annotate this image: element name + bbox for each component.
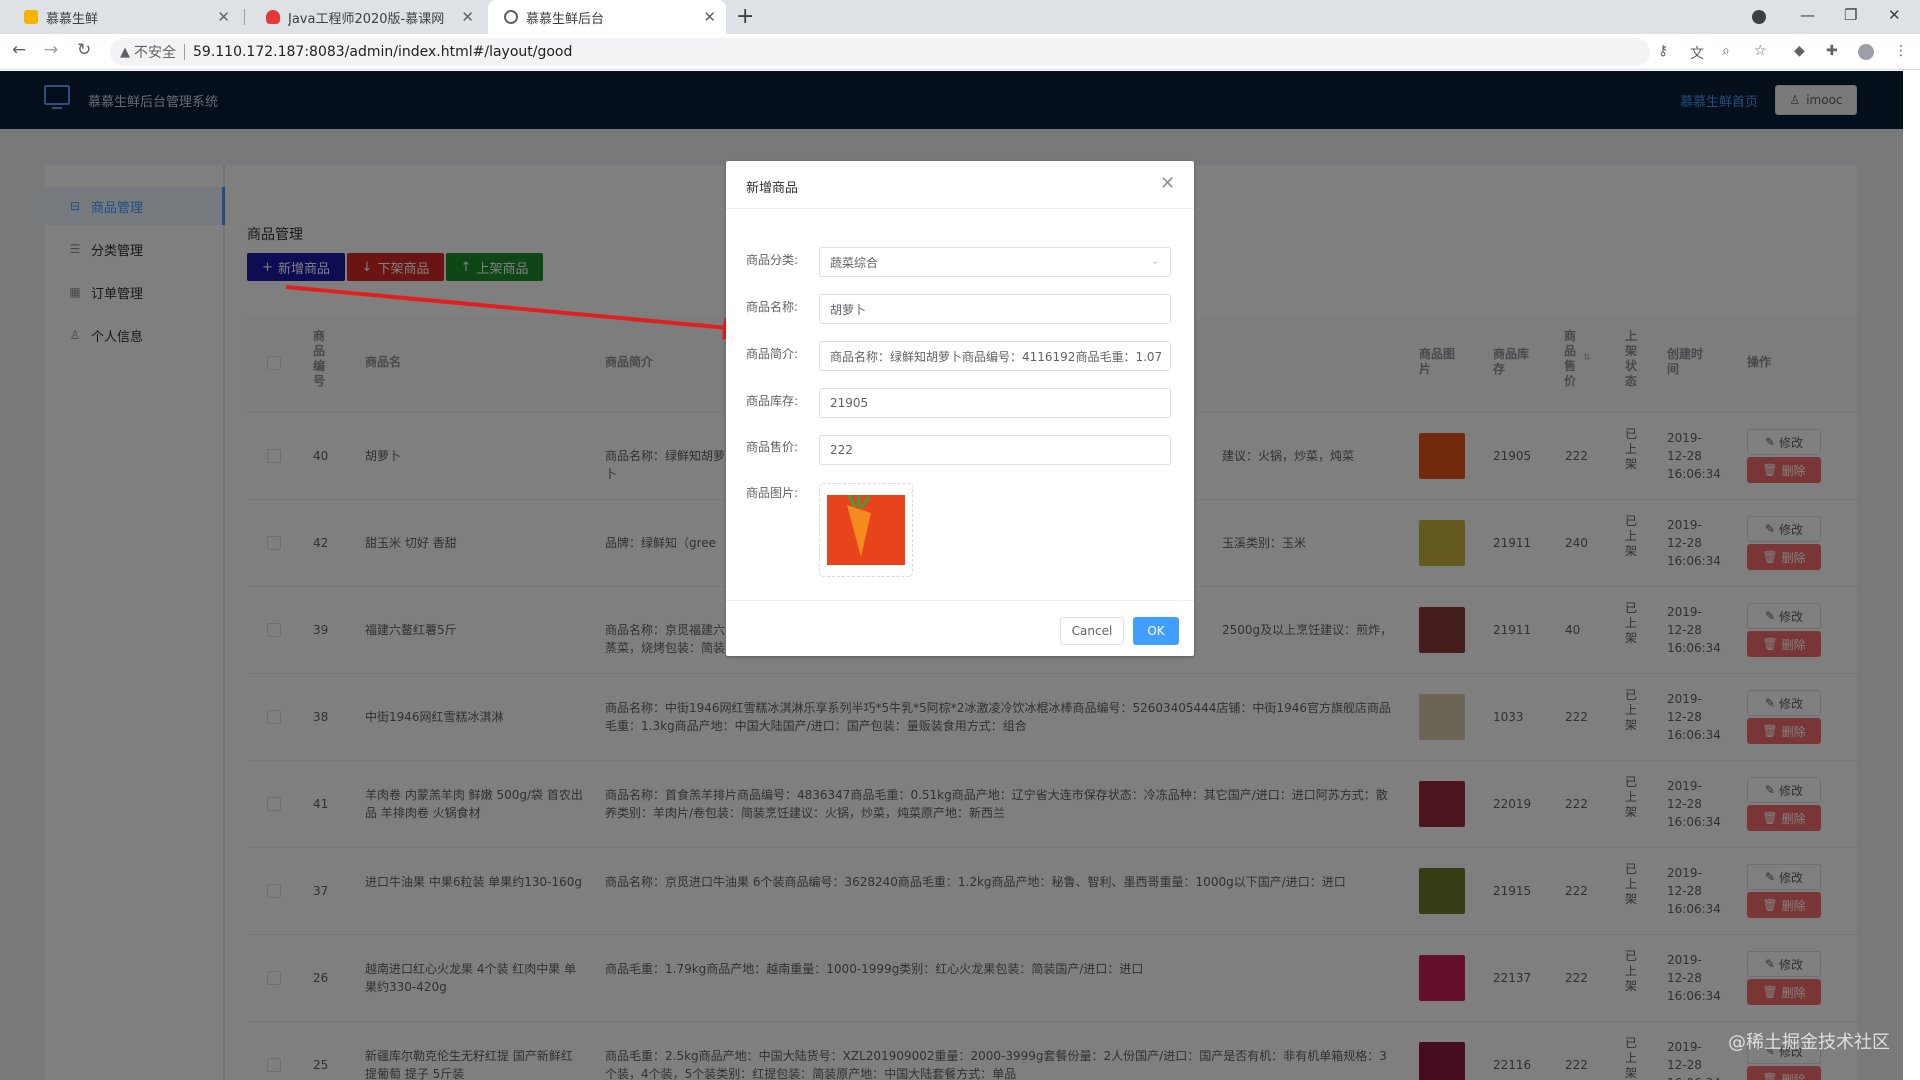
- name-field[interactable]: 胡萝卜: [819, 294, 1171, 324]
- dialog-footer-divider: [726, 600, 1194, 601]
- price-label: 商品售价:: [746, 440, 799, 454]
- tab-title: 慕慕生鲜: [46, 11, 99, 27]
- category-value: 蔬菜综合: [830, 255, 879, 270]
- back-icon[interactable]: ←: [12, 40, 26, 60]
- tab-title: 慕慕生鲜后台: [526, 11, 605, 27]
- cancel-button[interactable]: Cancel: [1060, 617, 1124, 645]
- tab-search-icon[interactable]: [1752, 10, 1766, 24]
- reload-icon[interactable]: ↻: [77, 40, 91, 60]
- forward-icon[interactable]: →: [44, 40, 58, 60]
- close-tab-icon[interactable]: ✕: [703, 8, 716, 26]
- category-select[interactable]: 蔬菜综合 ⌄: [819, 247, 1171, 277]
- menu-icon[interactable]: ⋮: [1894, 43, 1908, 59]
- zoom-icon[interactable]: ⌕: [1722, 43, 1730, 59]
- watermark-text: @稀土掘金技术社区: [1728, 1032, 1890, 1053]
- desc-value: 商品名称：绿鲜知胡萝卜商品编号：4116192商品毛重：1.07: [830, 349, 1163, 364]
- browser-tab-active[interactable]: 慕慕生鲜后台 ✕: [488, 0, 726, 34]
- browser-tab[interactable]: 慕慕生鲜 ✕: [8, 0, 240, 34]
- address-bar-row: ← → ↻ ▲ 不安全 59.110.172.187:8083/admin/in…: [0, 34, 1920, 70]
- tab-divider: [244, 9, 245, 25]
- browser-tab[interactable]: Java工程师2020版-慕课网 ✕: [250, 0, 484, 34]
- extension-icon[interactable]: ◆: [1794, 43, 1805, 59]
- close-icon[interactable]: ✕: [1160, 173, 1175, 194]
- translate-icon[interactable]: 文: [1690, 43, 1704, 63]
- new-tab-icon[interactable]: +: [736, 4, 754, 29]
- name-value: 胡萝卜: [830, 302, 867, 317]
- bookmark-star-icon[interactable]: ☆: [1754, 43, 1767, 59]
- close-tab-icon[interactable]: ✕: [217, 8, 230, 26]
- warning-icon: ▲: [120, 44, 130, 60]
- minimize-icon[interactable]: —: [1800, 6, 1815, 24]
- tab-title: Java工程师2020版-慕课网: [288, 11, 445, 27]
- stock-value: 21905: [830, 396, 869, 410]
- restore-icon[interactable]: ❐: [1844, 6, 1857, 24]
- close-window-icon[interactable]: ✕: [1888, 6, 1901, 24]
- stock-field[interactable]: 21905: [819, 388, 1171, 418]
- ok-button[interactable]: OK: [1133, 617, 1179, 645]
- add-goods-dialog: 新增商品 ✕ 商品分类: 蔬菜综合 ⌄ 商品名称: 胡萝卜 商品简介: 商品名称…: [726, 161, 1194, 656]
- globe-icon: [504, 10, 518, 24]
- image-label: 商品图片:: [746, 486, 799, 500]
- name-label: 商品名称:: [746, 300, 799, 314]
- dialog-title: 新增商品: [746, 181, 799, 196]
- key-icon[interactable]: ⚷: [1658, 43, 1668, 59]
- desc-field[interactable]: 商品名称：绿鲜知胡萝卜商品编号：4116192商品毛重：1.07: [819, 341, 1171, 371]
- image-uploader[interactable]: [819, 483, 913, 577]
- browser-tab-strip: 慕慕生鲜 ✕ Java工程师2020版-慕课网 ✕ 慕慕生鲜后台 ✕ + — ❐…: [0, 0, 1920, 34]
- security-label: 不安全: [134, 45, 176, 61]
- address-bar[interactable]: ▲ 不安全 59.110.172.187:8083/admin/index.ht…: [110, 38, 1650, 66]
- url-text[interactable]: 59.110.172.187:8083/admin/index.html#/la…: [193, 44, 572, 60]
- price-value: 222: [830, 443, 853, 457]
- tab-favicon-icon: [24, 10, 38, 24]
- profile-avatar[interactable]: [1858, 44, 1874, 60]
- tab-favicon-icon: [266, 10, 280, 24]
- desc-label: 商品简介:: [746, 347, 799, 361]
- chevron-down-icon: ⌄: [1150, 254, 1160, 267]
- close-tab-icon[interactable]: ✕: [461, 8, 474, 26]
- carrot-image: [827, 495, 905, 565]
- stock-label: 商品库存:: [746, 394, 799, 408]
- address-divider: [184, 44, 185, 60]
- puzzle-icon[interactable]: ✚: [1826, 43, 1838, 59]
- category-label: 商品分类:: [746, 253, 799, 267]
- dialog-divider: [726, 208, 1194, 209]
- price-field[interactable]: 222: [819, 435, 1171, 465]
